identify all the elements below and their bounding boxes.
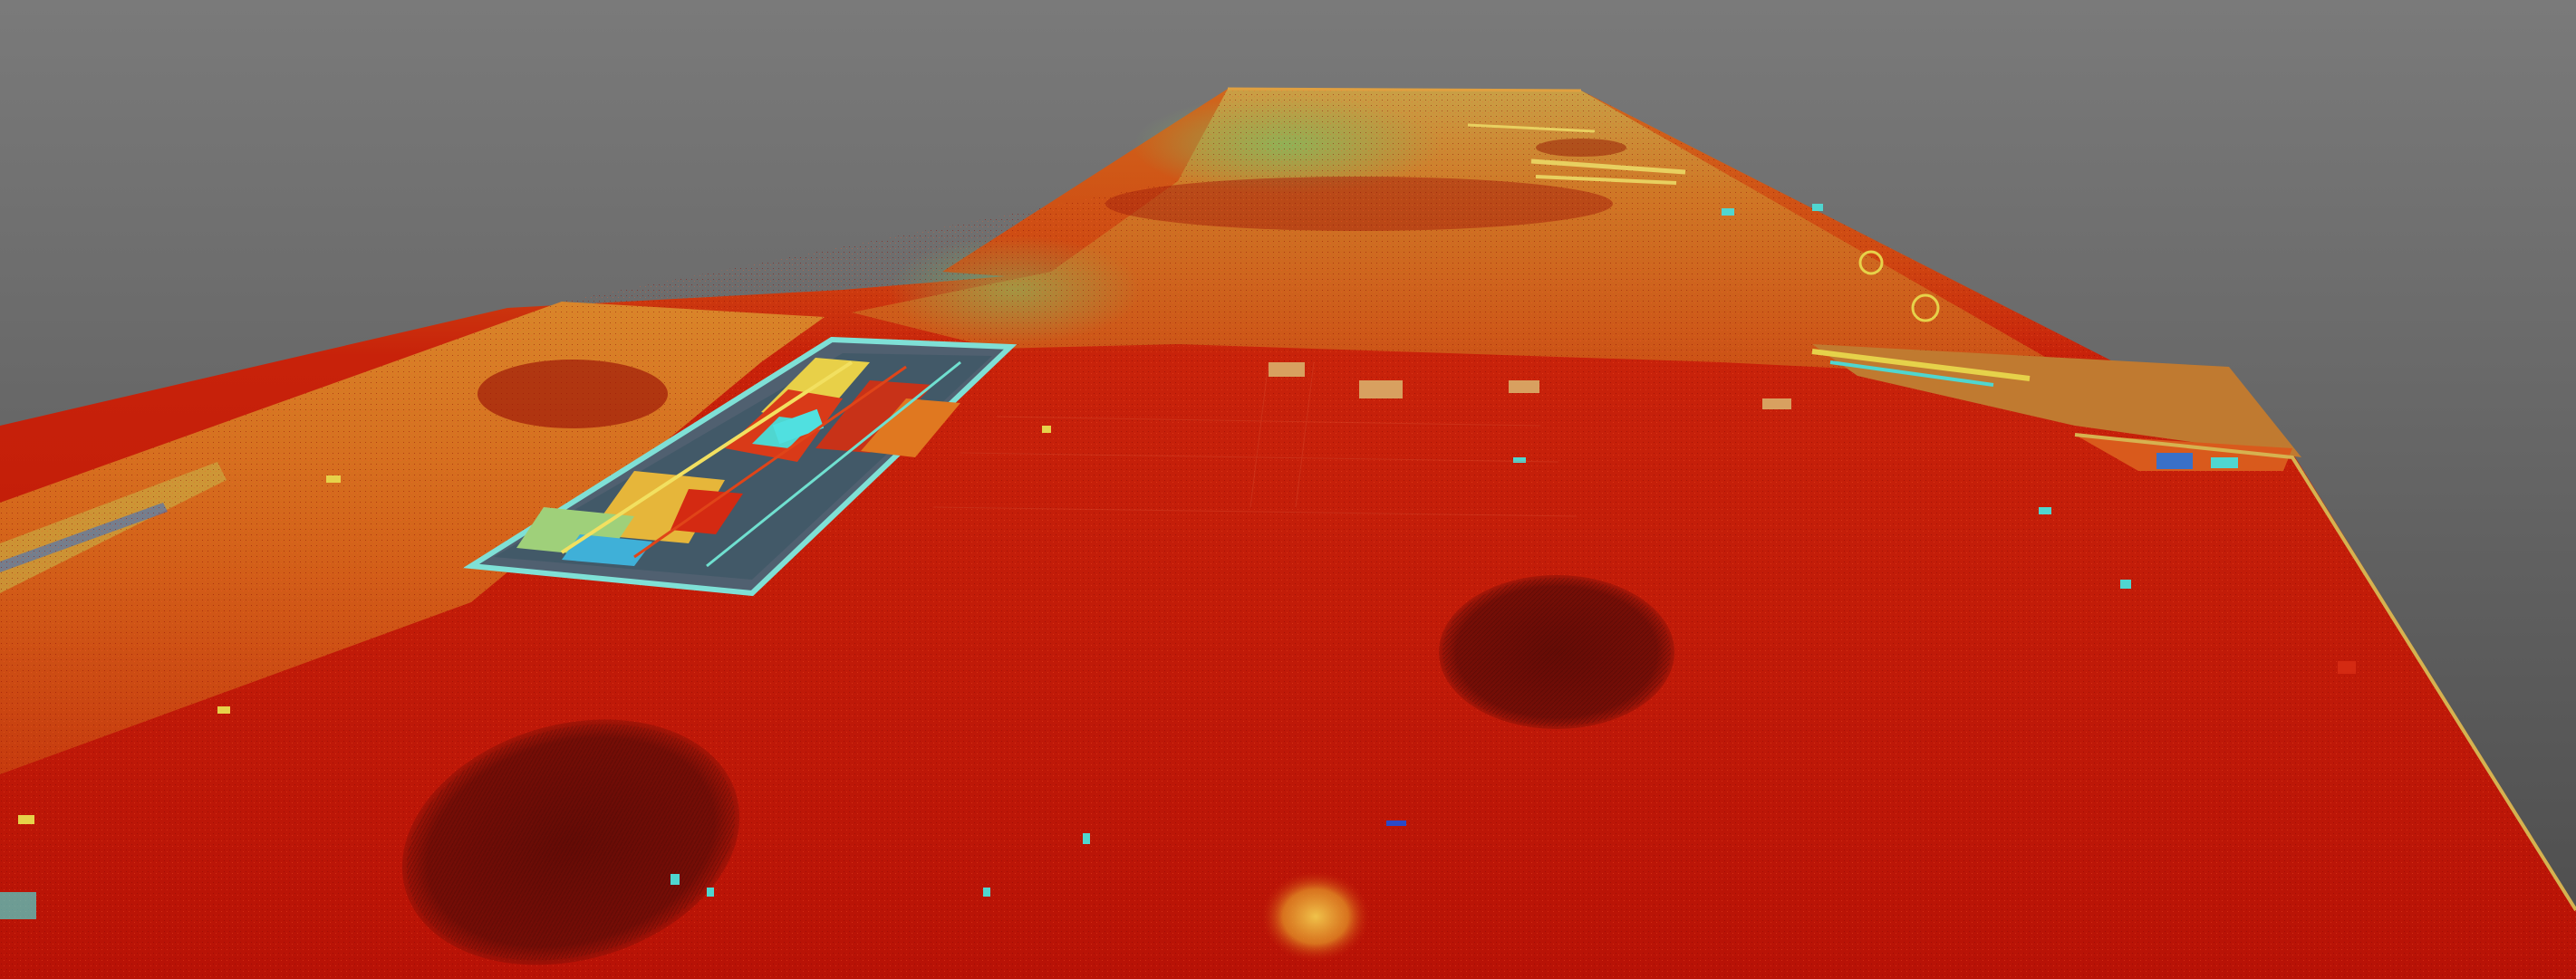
- far-edge-line: [1227, 87, 1582, 92]
- point-cloud-scene[interactable]: [0, 0, 2576, 979]
- circular-patch-4: [1536, 139, 1626, 157]
- ground-speckle: [0, 89, 2576, 979]
- point-cloud-viewport[interactable]: [0, 0, 2576, 979]
- circular-patch-2-hatch: [1442, 578, 1671, 726]
- circular-patch-3: [478, 360, 668, 428]
- bright-patch: [1261, 871, 1370, 962]
